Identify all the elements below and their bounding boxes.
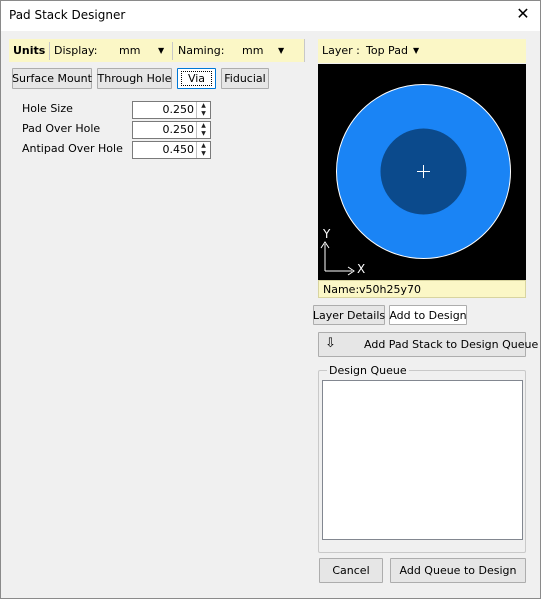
layer-label: Layer :: [322, 44, 360, 57]
add-queue-to-design-label: Add Queue to Design: [399, 564, 517, 577]
spin-up-icon[interactable]: ▲: [197, 142, 210, 150]
layer-details-label: Layer Details: [312, 308, 386, 322]
spin-up-icon[interactable]: ▲: [197, 122, 210, 130]
naming-label: Naming:: [178, 44, 225, 57]
name-label: Name:: [323, 283, 360, 296]
layer-details-button[interactable]: Layer Details: [313, 305, 385, 325]
hole-size-label: Hole Size: [22, 102, 73, 115]
antipad-over-hole-field[interactable]: 0.450 ▲ ▼: [132, 141, 211, 159]
close-icon[interactable]: ✕: [515, 6, 531, 22]
x-axis-label: X: [357, 262, 366, 276]
spin-down-icon[interactable]: ▼: [197, 130, 210, 138]
pad-over-hole-stepper[interactable]: ▲ ▼: [196, 122, 210, 138]
surface-mount-label: Surface Mount: [12, 72, 92, 85]
display-label: Display:: [54, 44, 98, 57]
spin-up-icon[interactable]: ▲: [197, 102, 210, 110]
separator: [304, 39, 305, 62]
antipad-over-hole-value: 0.450: [162, 143, 195, 156]
fiducial-button[interactable]: Fiducial: [221, 68, 269, 89]
via-label: Via: [180, 71, 213, 86]
cancel-label: Cancel: [332, 564, 370, 577]
layer-value: Top Pad: [366, 44, 408, 57]
chevron-down-icon: ▼: [278, 46, 285, 55]
units-label: Units: [13, 44, 46, 57]
naming-units-dropdown[interactable]: mm ▼: [228, 41, 298, 61]
design-queue-list[interactable]: [322, 380, 523, 540]
through-hole-button[interactable]: Through Hole: [97, 68, 172, 89]
pad-preview-canvas: [320, 84, 511, 276]
window-title: Pad Stack Designer: [9, 8, 126, 22]
chevron-down-icon: ▼: [413, 46, 420, 55]
antipad-over-hole-label: Antipad Over Hole: [22, 142, 123, 155]
surface-mount-button[interactable]: Surface Mount: [12, 68, 92, 89]
add-to-design-tab-label: Add to Design: [389, 308, 467, 322]
download-arrow-icon: ⇩: [325, 336, 336, 351]
name-value: v50h25y70: [359, 283, 421, 296]
chevron-down-icon: ▼: [158, 46, 165, 55]
antipad-over-hole-stepper[interactable]: ▲ ▼: [196, 142, 210, 158]
spin-down-icon[interactable]: ▼: [197, 150, 210, 158]
hole-size-field[interactable]: 0.250 ▲ ▼: [132, 101, 211, 119]
display-units-dropdown[interactable]: mm ▼: [100, 41, 170, 61]
separator: [49, 42, 50, 60]
through-hole-label: Through Hole: [97, 72, 172, 85]
spin-down-icon[interactable]: ▼: [197, 110, 210, 118]
hole-size-value: 0.250: [162, 103, 195, 116]
cancel-button[interactable]: Cancel: [319, 558, 383, 583]
layer-dropdown[interactable]: Top Pad ▼: [362, 41, 426, 61]
fiducial-label: Fiducial: [224, 72, 266, 85]
pad-over-hole-field[interactable]: 0.250 ▲ ▼: [132, 121, 211, 139]
pad-over-hole-value: 0.250: [162, 123, 195, 136]
display-units-value: mm: [119, 44, 141, 57]
pad-preview: Y X: [318, 64, 526, 280]
name-bar: Name: v50h25y70: [318, 280, 526, 298]
via-button[interactable]: Via: [177, 68, 216, 89]
naming-units-value: mm: [242, 44, 264, 57]
add-pad-stack-to-queue-button[interactable]: ⇩ Add Pad Stack to Design Queue: [318, 332, 538, 357]
pad-over-hole-label: Pad Over Hole: [22, 122, 101, 135]
y-axis-label: Y: [323, 227, 331, 241]
add-queue-to-design-button[interactable]: Add Queue to Design: [390, 558, 526, 583]
add-pad-stack-to-queue-label: Add Pad Stack to Design Queue: [364, 338, 539, 351]
add-to-design-tab[interactable]: Add to Design: [389, 305, 467, 325]
design-queue-label: Design Queue: [327, 364, 409, 377]
hole-size-stepper[interactable]: ▲ ▼: [196, 102, 210, 118]
separator: [172, 42, 173, 60]
